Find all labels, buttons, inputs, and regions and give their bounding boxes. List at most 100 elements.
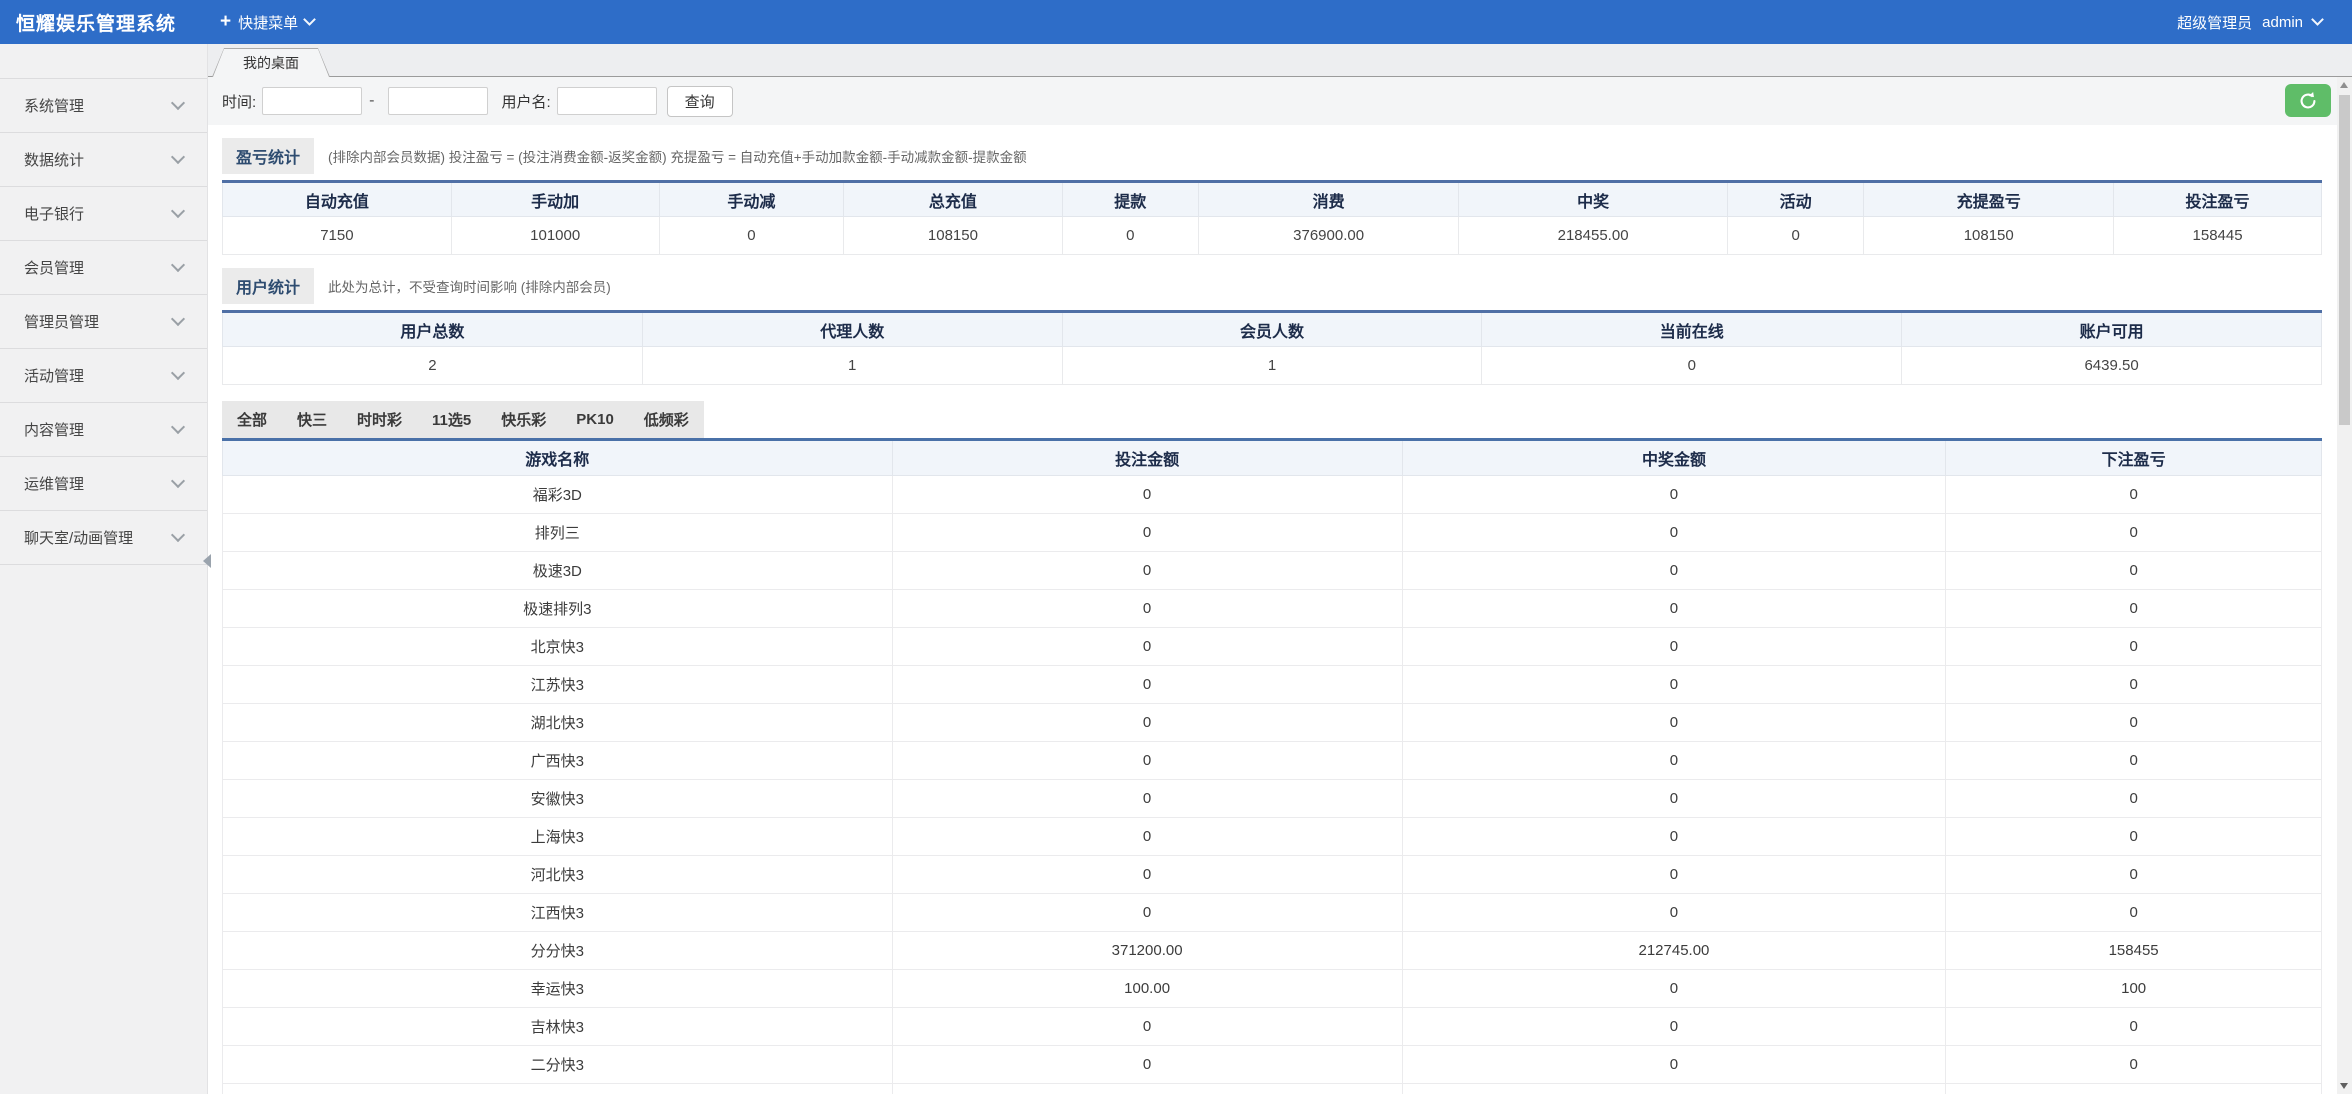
- profit-cell: 0: [1946, 894, 2322, 932]
- win-amount-cell: 0: [1402, 590, 1946, 628]
- user-name: admin: [2262, 14, 2303, 31]
- game-table-body: 福彩3D 0 0 0 排列三 0 0 0 极速3D 0 0 0 极速排列3 0 …: [223, 476, 2322, 1094]
- user-stats-table: 用户总数 代理人数 会员人数 当前在线 账户可用 2 1 1 0 6439.50: [222, 310, 2322, 385]
- column-header: 活动: [1727, 182, 1863, 217]
- scrollbar-thumb[interactable]: [2339, 95, 2350, 425]
- game-filter-tab[interactable]: PK10: [561, 401, 629, 438]
- column-header: 手动减: [659, 182, 844, 217]
- column-header: 投注金额: [892, 440, 1402, 476]
- table-row: 三分快3 0 0 0: [223, 1084, 2322, 1094]
- user-stats-note: 此处为总计，不受查询时间影响 (排除内部会员): [328, 276, 611, 296]
- sidebar-item-label: 运维管理: [24, 473, 84, 494]
- username-input[interactable]: [557, 87, 657, 115]
- bet-amount-cell: 0: [892, 742, 1402, 780]
- profit-stats-header-row: 自动充值 手动加 手动减 总充值 提款 消费 中奖 活动 充提盈亏 投注盈亏: [223, 182, 2322, 217]
- column-header: 中奖: [1459, 182, 1728, 217]
- quick-menu-button[interactable]: + 快捷菜单: [210, 0, 324, 44]
- profit-cell: 0: [1946, 1008, 2322, 1046]
- game-filter-tab[interactable]: 低频彩: [629, 401, 704, 438]
- time-to-input[interactable]: [388, 87, 488, 115]
- time-from-input[interactable]: [262, 87, 362, 115]
- chevron-down-icon: [171, 312, 185, 326]
- game-stats-table: 游戏名称 投注金额 中奖金额 下注盈亏 福彩3D 0 0 0 排列三 0 0 0…: [222, 438, 2322, 1094]
- vertical-scrollbar[interactable]: [2337, 77, 2352, 1094]
- sidebar-item[interactable]: 运维管理: [0, 457, 207, 511]
- profit-stats-note: (排除内部会员数据) 投注盈亏 = (投注消费金额-返奖金额) 充提盈亏 = 自…: [328, 146, 1027, 166]
- column-header: 总充值: [844, 182, 1062, 217]
- game-table-header-row: 游戏名称 投注金额 中奖金额 下注盈亏: [223, 440, 2322, 476]
- win-amount-cell: 0: [1402, 1084, 1946, 1094]
- profit-cell: 0: [1946, 1046, 2322, 1084]
- bet-amount-cell: 0: [892, 1084, 1402, 1094]
- win-amount-cell: 212745.00: [1402, 932, 1946, 970]
- game-name-cell: 上海快3: [223, 818, 893, 856]
- chevron-down-icon: [303, 13, 316, 26]
- table-row: 北京快3 0 0 0: [223, 628, 2322, 666]
- sidebar-item-label: 活动管理: [24, 365, 84, 386]
- stat-value-cell: 1: [1062, 347, 1482, 385]
- user-stats-value-row: 2 1 1 0 6439.50: [223, 347, 2322, 385]
- query-button[interactable]: 查询: [667, 86, 733, 117]
- game-filter-tab[interactable]: 快乐彩: [486, 401, 561, 438]
- sidebar-item[interactable]: 管理员管理: [0, 295, 207, 349]
- table-row: 江苏快3 0 0 0: [223, 666, 2322, 704]
- bet-amount-cell: 0: [892, 628, 1402, 666]
- stat-value-cell: 108150: [844, 217, 1062, 255]
- column-header: 会员人数: [1062, 312, 1482, 347]
- chevron-down-icon: [2311, 13, 2324, 26]
- sidebar-item[interactable]: 活动管理: [0, 349, 207, 403]
- stat-value-cell: 376900.00: [1198, 217, 1458, 255]
- game-name-cell: 吉林快3: [223, 1008, 893, 1046]
- bet-amount-cell: 0: [892, 818, 1402, 856]
- game-filter-tab[interactable]: 时时彩: [342, 401, 417, 438]
- game-filter-tab[interactable]: 全部: [222, 401, 282, 438]
- bet-amount-cell: 0: [892, 552, 1402, 590]
- top-navbar: 恒耀娱乐管理系统 + 快捷菜单 超级管理员 admin: [0, 0, 2352, 44]
- sidebar-item[interactable]: 会员管理: [0, 241, 207, 295]
- column-header: 提款: [1062, 182, 1198, 217]
- column-header: 中奖金额: [1402, 440, 1946, 476]
- game-name-cell: 福彩3D: [223, 476, 893, 514]
- game-name-cell: 幸运快3: [223, 970, 893, 1008]
- game-name-cell: 江苏快3: [223, 666, 893, 704]
- win-amount-cell: 0: [1402, 970, 1946, 1008]
- table-row: 广西快3 0 0 0: [223, 742, 2322, 780]
- sidebar-item[interactable]: 系统管理: [0, 78, 207, 133]
- profit-stats-table: 自动充值 手动加 手动减 总充值 提款 消费 中奖 活动 充提盈亏 投注盈亏 7…: [222, 180, 2322, 255]
- scroll-down-icon[interactable]: [2340, 1083, 2348, 1089]
- chevron-down-icon: [171, 258, 185, 272]
- win-amount-cell: 0: [1402, 1046, 1946, 1084]
- profit-cell: 0: [1946, 514, 2322, 552]
- user-menu[interactable]: 超级管理员 admin: [2177, 0, 2322, 44]
- stat-value-cell: 2: [223, 347, 643, 385]
- stat-value-cell: 108150: [1864, 217, 2114, 255]
- game-name-cell: 湖北快3: [223, 704, 893, 742]
- chevron-down-icon: [171, 366, 185, 380]
- sidebar-item[interactable]: 聊天室/动画管理: [0, 511, 207, 565]
- screen: 恒耀娱乐管理系统 + 快捷菜单 超级管理员 admin 系统管理 数据统计 电子…: [0, 0, 2352, 1094]
- game-filter-tab[interactable]: 快三: [282, 401, 342, 438]
- bet-amount-cell: 0: [892, 514, 1402, 552]
- sidebar-item[interactable]: 电子银行: [0, 187, 207, 241]
- tab-my-desktop[interactable]: 我的桌面: [212, 48, 330, 77]
- column-header: 下注盈亏: [1946, 440, 2322, 476]
- refresh-button[interactable]: [2285, 84, 2331, 117]
- user-role: 超级管理员: [2177, 12, 2252, 33]
- collapse-left-icon: [203, 554, 211, 568]
- chevron-down-icon: [171, 474, 185, 488]
- username-label: 用户名:: [502, 91, 551, 112]
- game-filter-tab[interactable]: 11选5: [417, 401, 486, 438]
- user-stats-header-row: 用户总数 代理人数 会员人数 当前在线 账户可用: [223, 312, 2322, 347]
- scroll-up-icon[interactable]: [2340, 82, 2348, 88]
- profit-cell: 0: [1946, 628, 2322, 666]
- sidebar-collapse-handle[interactable]: [199, 540, 215, 582]
- sidebar-item[interactable]: 内容管理: [0, 403, 207, 457]
- win-amount-cell: 0: [1402, 514, 1946, 552]
- sidebar-item[interactable]: 数据统计: [0, 133, 207, 187]
- main-content: 我的桌面 时间: - 用户名: 查询 盈亏统计 (排除内部会员: [207, 44, 2337, 1094]
- win-amount-cell: 0: [1402, 894, 1946, 932]
- stat-value-cell: 218455.00: [1459, 217, 1728, 255]
- sidebar-item-label: 系统管理: [24, 95, 84, 116]
- stat-value-cell: 1: [642, 347, 1062, 385]
- column-header: 手动加: [451, 182, 659, 217]
